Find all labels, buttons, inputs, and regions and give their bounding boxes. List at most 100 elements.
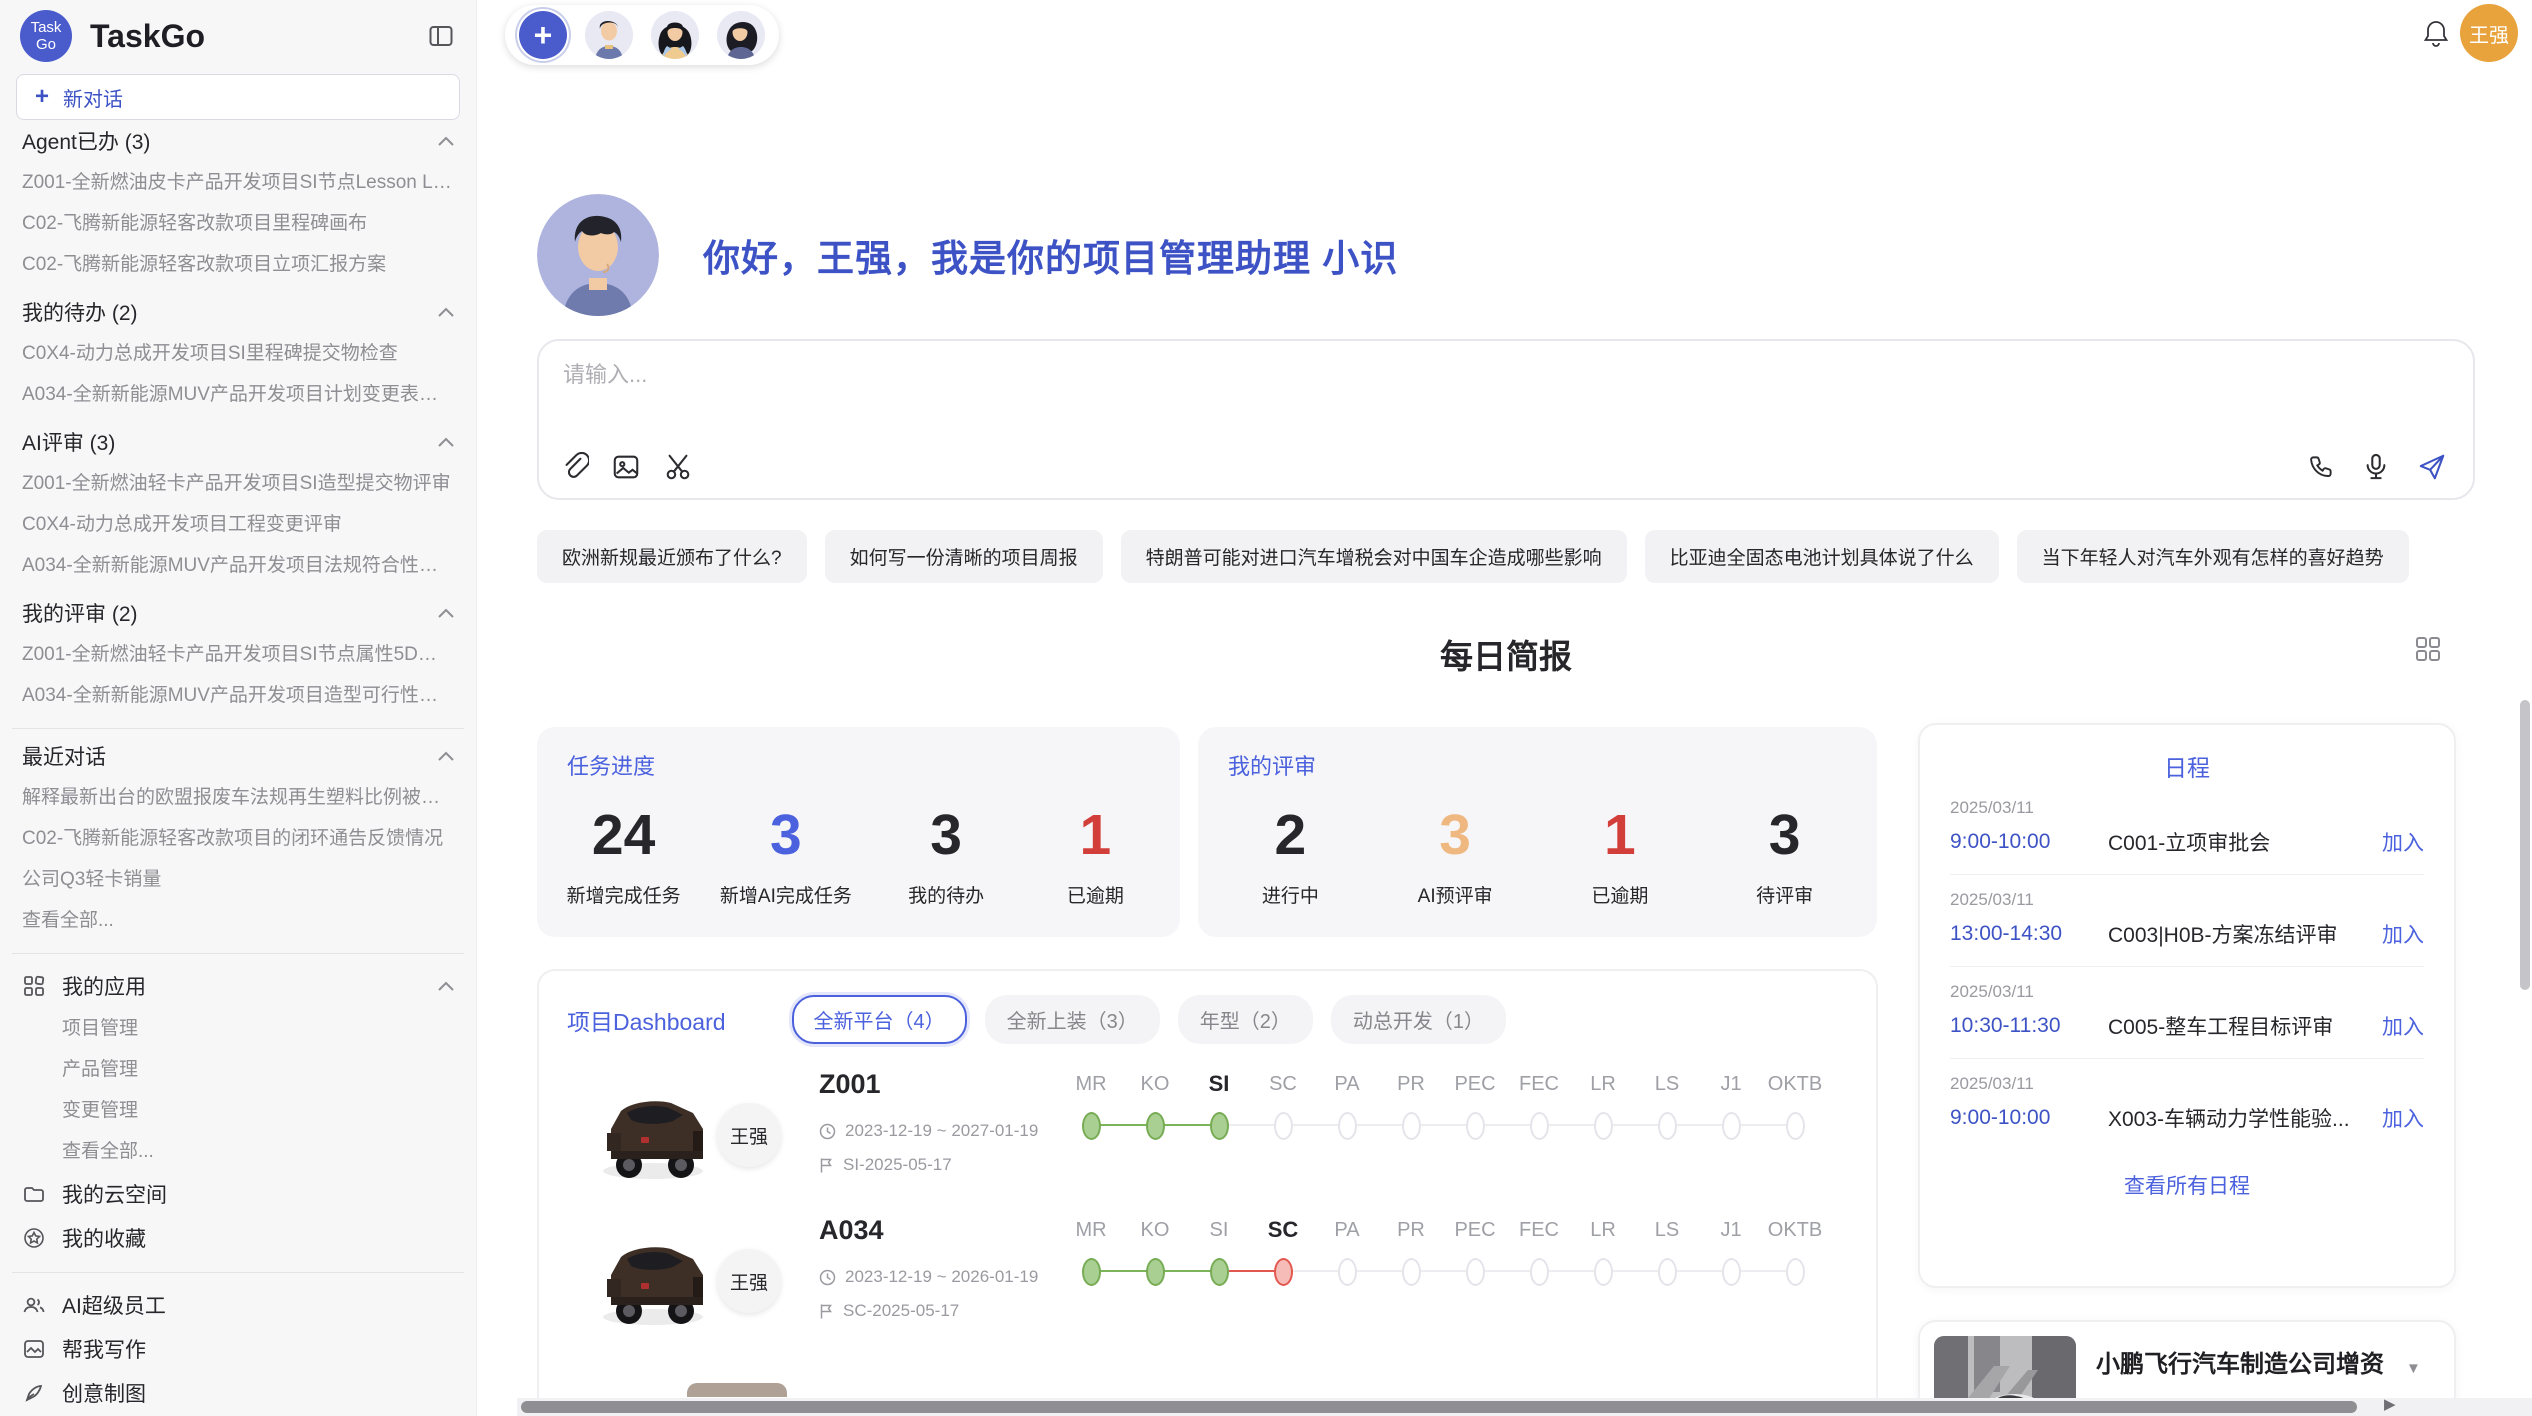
sidebar-item-creative-drawing[interactable]: 创意制图 — [22, 1371, 454, 1415]
section-recent-chats[interactable]: 最近对话 — [22, 735, 454, 777]
milestone-dot[interactable] — [1722, 1258, 1741, 1286]
attachment-icon[interactable] — [561, 452, 589, 482]
sidebar-item-favorites[interactable]: 我的收藏 — [22, 1216, 454, 1260]
microphone-icon[interactable] — [2363, 452, 2389, 482]
list-item[interactable]: A034-全新新能源MUV产品开发项目计划变更表编写 — [22, 374, 454, 415]
image-upload-icon[interactable] — [611, 452, 641, 482]
milestone-dot-overdue[interactable] — [1274, 1258, 1293, 1286]
sidebar-item-my-apps[interactable]: 我的应用 — [22, 964, 454, 1008]
milestone-dot-done[interactable] — [1210, 1258, 1229, 1286]
chat-input-box[interactable] — [537, 339, 2475, 500]
list-item[interactable]: C02-飞腾新能源轻客改款项目里程碑画布 — [22, 203, 454, 244]
milestone-dot-done[interactable] — [1146, 1112, 1165, 1140]
list-item[interactable]: A034-全新新能源MUV产品开发项目法规符合性评审 — [22, 545, 454, 586]
tab-new-body[interactable]: 全新上装（3） — [985, 995, 1160, 1044]
sidebar-item-cloud-space[interactable]: 我的云空间 — [22, 1172, 454, 1216]
agent-avatar-3[interactable] — [717, 11, 765, 59]
chevron-up-icon[interactable] — [438, 981, 454, 991]
milestone-dot[interactable] — [1338, 1258, 1357, 1286]
schedule-item[interactable]: 2025/03/11 9:00-10:00 C001-立项审批会 加入 — [1950, 783, 2424, 875]
layout-grid-icon[interactable] — [2415, 636, 2441, 662]
scroll-right-arrow-icon[interactable]: ▶ — [2384, 1395, 2396, 1413]
join-link[interactable]: 加入 — [2382, 1103, 2424, 1133]
milestone-dot[interactable] — [1722, 1112, 1741, 1140]
milestone-dot[interactable] — [1594, 1112, 1613, 1140]
project-row-z001[interactable]: 王强 Z001 2023-12-19 ~ 2027-01-19 SI-2025-… — [539, 1067, 1876, 1207]
new-chat-button[interactable]: + 新对话 — [16, 74, 460, 120]
milestone-dot[interactable] — [1594, 1258, 1613, 1286]
add-agent-button[interactable]: + — [519, 11, 567, 59]
user-avatar[interactable]: 王强 — [2460, 4, 2518, 62]
milestone-dot[interactable] — [1402, 1112, 1421, 1140]
schedule-item[interactable]: 2025/03/11 13:00-14:30 C003|H0B-方案冻结评审 加… — [1950, 875, 2424, 967]
tab-new-platform[interactable]: 全新平台（4） — [792, 995, 967, 1044]
notifications-bell-icon[interactable] — [2422, 18, 2450, 48]
tab-model-year[interactable]: 年型（2） — [1178, 995, 1313, 1044]
send-icon[interactable] — [2417, 452, 2447, 482]
chevron-up-icon[interactable] — [438, 307, 454, 317]
tab-powertrain[interactable]: 动总开发（1） — [1331, 995, 1506, 1044]
section-my-todo[interactable]: 我的待办 (2) — [22, 291, 454, 333]
milestone-dot[interactable] — [1658, 1112, 1677, 1140]
list-item[interactable]: C0X4-动力总成开发项目工程变更评审 — [22, 504, 454, 545]
sidebar-item-change-mgmt[interactable]: 变更管理 — [62, 1090, 460, 1131]
sidebar-item-ai-super-staff[interactable]: AI超级员工 — [22, 1283, 454, 1327]
list-item[interactable]: C02-飞腾新能源轻客改款项目的闭环通告反馈情况 — [22, 818, 454, 859]
milestone-dot[interactable] — [1274, 1112, 1293, 1140]
suggestion-chip[interactable]: 当下年轻人对汽车外观有怎样的喜好趋势 — [2017, 530, 2409, 583]
join-link[interactable]: 加入 — [2382, 827, 2424, 857]
list-item[interactable]: C02-飞腾新能源轻客改款项目立项汇报方案 — [22, 244, 454, 285]
milestone-dot[interactable] — [1466, 1112, 1485, 1140]
view-all-schedule-link[interactable]: 查看所有日程 — [1950, 1170, 2424, 1200]
list-item[interactable]: 公司Q3轻卡销量 — [22, 859, 454, 900]
schedule-item[interactable]: 2025/03/11 9:00-10:00 X003-车辆动力学性能验... 加… — [1950, 1059, 2424, 1150]
agent-avatar-1[interactable] — [585, 11, 633, 59]
suggestion-chip[interactable]: 比亚迪全固态电池计划具体说了什么 — [1645, 530, 1999, 583]
section-ai-review[interactable]: AI评审 (3) — [22, 421, 454, 463]
list-item[interactable]: C0X4-动力总成开发项目SI里程碑提交物检查 — [22, 333, 454, 374]
suggestion-chip[interactable]: 欧洲新规最近颁布了什么? — [537, 530, 807, 583]
list-item[interactable]: Z001-全新燃油皮卡产品开发项目SI节点Lesson Learn报告 — [22, 162, 454, 203]
list-item[interactable]: A034-全新新能源MUV产品开发项目造型可行性评审 — [22, 675, 454, 716]
list-item[interactable]: Z001-全新燃油轻卡产品开发项目SI节点属性5D文件评审 — [22, 634, 454, 675]
sidebar-item-help-me-write[interactable]: 帮我写作 — [22, 1327, 454, 1371]
section-agent-done[interactable]: Agent已办 (3) — [22, 120, 454, 162]
suggestion-chip[interactable]: 特朗普可能对进口汽车增税会对中国车企造成哪些影响 — [1121, 530, 1627, 583]
milestone-dot[interactable] — [1466, 1258, 1485, 1286]
join-link[interactable]: 加入 — [2382, 919, 2424, 949]
vertical-scrollbar-thumb[interactable] — [2520, 700, 2530, 990]
chevron-up-icon[interactable] — [438, 751, 454, 761]
phone-call-icon[interactable] — [2307, 453, 2335, 481]
sidebar-item-product-mgmt[interactable]: 产品管理 — [62, 1049, 460, 1090]
milestone-dot[interactable] — [1402, 1258, 1421, 1286]
milestone-dot-done[interactable] — [1082, 1112, 1101, 1140]
horizontal-scrollbar[interactable] — [517, 1398, 2532, 1416]
milestone-dot[interactable] — [1786, 1112, 1805, 1140]
milestone-dot-done[interactable] — [1082, 1258, 1101, 1286]
milestone-dot-done[interactable] — [1210, 1112, 1229, 1140]
view-all-apps-link[interactable]: 查看全部... — [62, 1131, 460, 1172]
milestone-dot[interactable] — [1658, 1258, 1677, 1286]
chat-input[interactable] — [561, 361, 2451, 389]
schedule-item[interactable]: 2025/03/11 10:30-11:30 C005-整车工程目标评审 加入 — [1950, 967, 2424, 1059]
chevron-up-icon[interactable] — [438, 136, 454, 146]
sidebar-item-project-mgmt[interactable]: 项目管理 — [62, 1008, 460, 1049]
view-all-chats-link[interactable]: 查看全部... — [22, 900, 454, 941]
scissors-icon[interactable] — [663, 452, 693, 482]
chevron-up-icon[interactable] — [438, 608, 454, 618]
collapse-sidebar-icon[interactable] — [426, 21, 456, 51]
suggestion-chip[interactable]: 如何写一份清晰的项目周报 — [825, 530, 1103, 583]
milestone-dot[interactable] — [1338, 1112, 1357, 1140]
list-item[interactable]: 解释最新出台的欧盟报废车法规再生塑料比例被调至15%... — [22, 777, 454, 818]
horizontal-scrollbar-thumb[interactable] — [521, 1401, 2357, 1413]
milestone-dot-done[interactable] — [1146, 1258, 1165, 1286]
list-item[interactable]: Z001-全新燃油轻卡产品开发项目SI造型提交物评审 — [22, 463, 454, 504]
section-my-review[interactable]: 我的评审 (2) — [22, 592, 454, 634]
milestone-dot[interactable] — [1530, 1112, 1549, 1140]
chevron-up-icon[interactable] — [438, 437, 454, 447]
project-row-a034[interactable]: 王强 A034 2023-12-19 ~ 2026-01-19 SC-2025-… — [539, 1213, 1876, 1353]
scroll-down-arrow-icon[interactable]: ▼ — [2406, 1360, 2421, 1377]
milestone-dot[interactable] — [1786, 1258, 1805, 1286]
agent-avatar-2[interactable] — [651, 11, 699, 59]
milestone-dot[interactable] — [1530, 1258, 1549, 1286]
